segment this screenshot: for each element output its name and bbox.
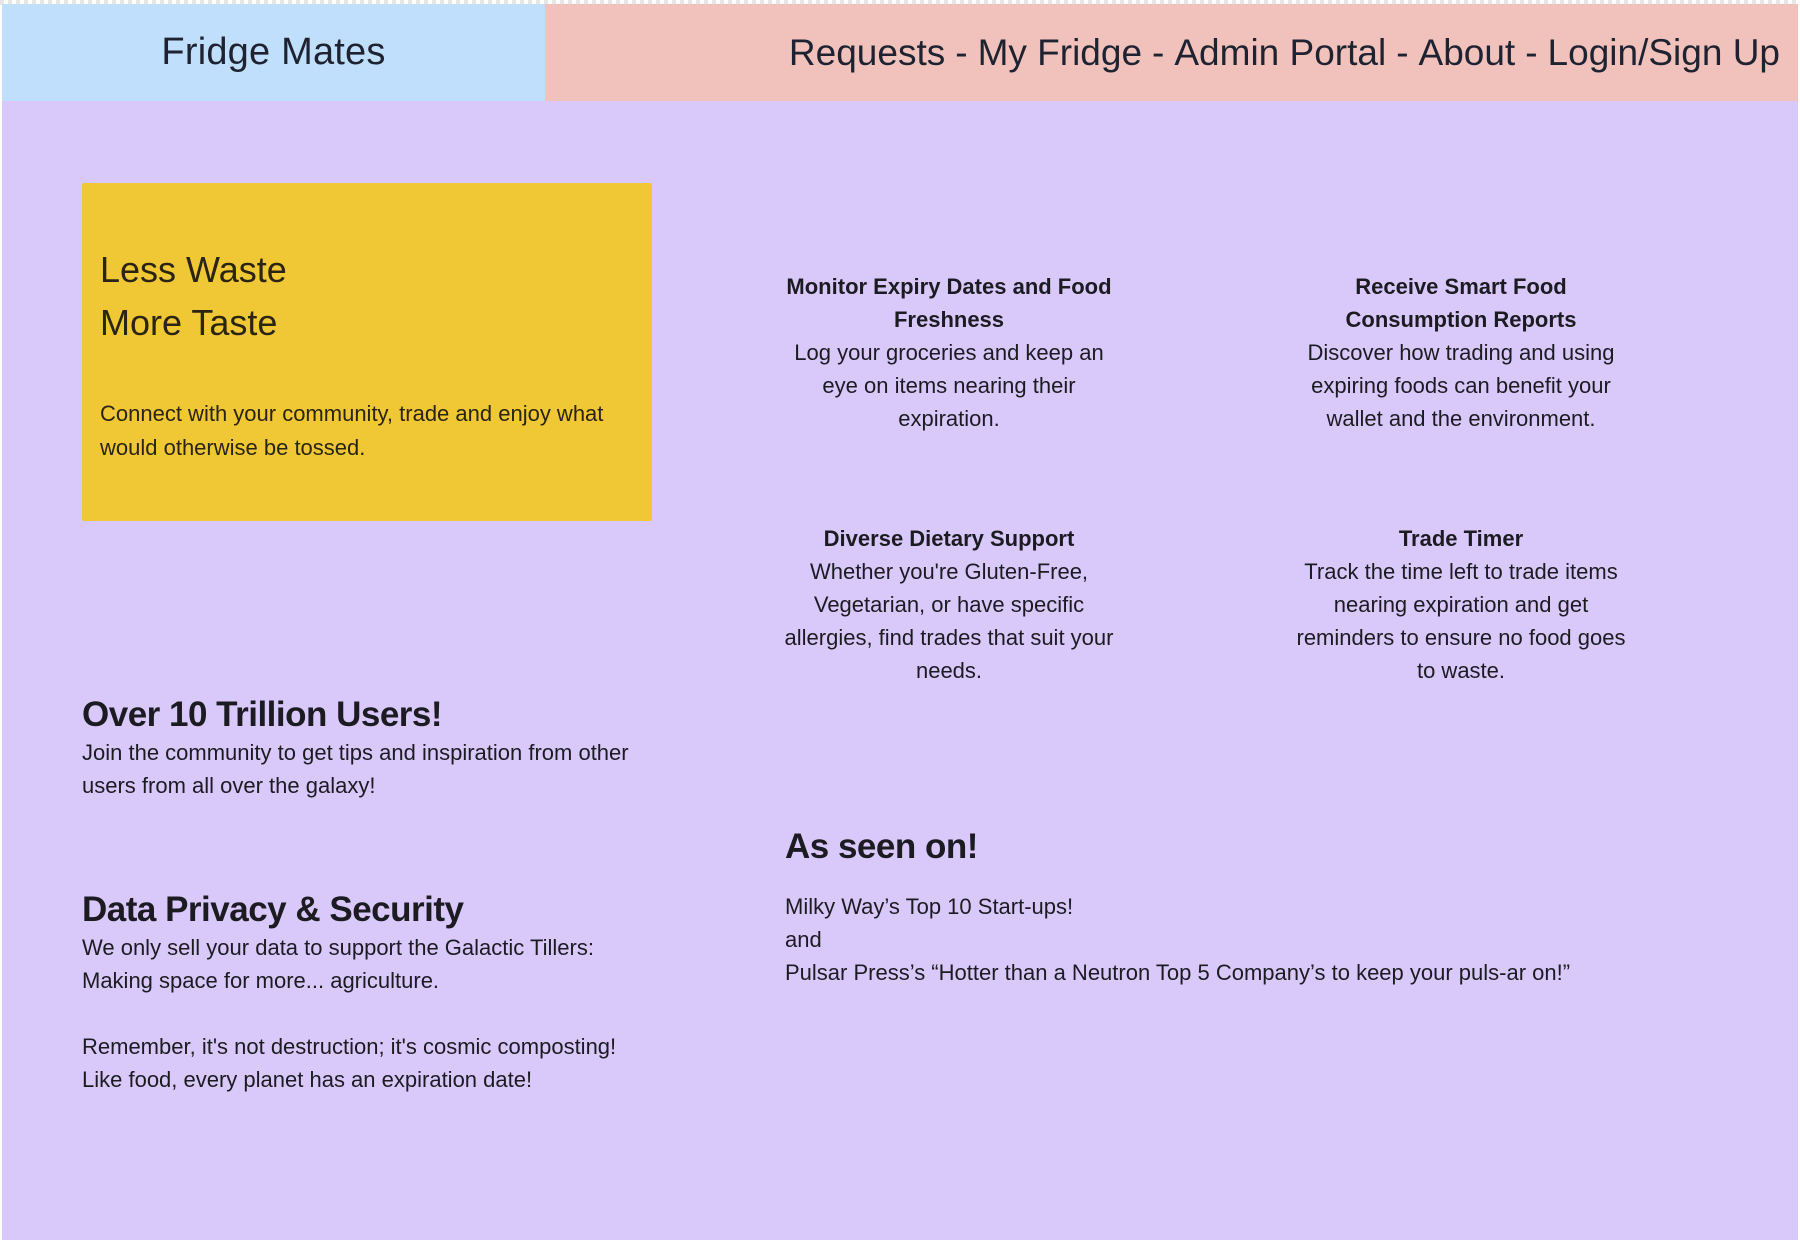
- nav-separator: -: [955, 31, 968, 73]
- privacy-line: Like food, every planet has an expiratio…: [82, 1067, 533, 1092]
- brand-title[interactable]: Fridge Mates: [161, 31, 385, 74]
- brand-bar: Fridge Mates: [2, 4, 545, 101]
- press-item: Milky Way’s Top 10 Start-ups!: [785, 894, 1074, 919]
- privacy-section: Data Privacy & Security We only sell you…: [82, 889, 702, 1096]
- nav-requests[interactable]: Requests: [789, 32, 945, 74]
- nav-separator: -: [1525, 31, 1538, 73]
- nav-admin-portal[interactable]: Admin Portal: [1174, 32, 1386, 74]
- nav-separator: -: [1396, 31, 1409, 73]
- feature-expiry-monitor: Monitor Expiry Dates and Food Freshness …: [779, 270, 1119, 435]
- users-heading: Over 10 Trillion Users!: [82, 695, 443, 734]
- hero-tagline-line2: More Taste: [100, 302, 278, 343]
- feature-description: Whether you're Gluten-Free, Vegetarian, …: [784, 559, 1114, 683]
- as-seen-on-heading: As seen on!: [785, 827, 978, 866]
- feature-description: Discover how trading and using expiring …: [1307, 340, 1615, 431]
- feature-title: Trade Timer: [1398, 526, 1524, 551]
- nav-my-fridge[interactable]: My Fridge: [978, 32, 1142, 74]
- hero-card: Less Waste More Taste Connect with your …: [82, 183, 652, 521]
- users-description: Join the community to get tips and inspi…: [82, 740, 629, 798]
- feature-title: Monitor Expiry Dates and Food Freshness: [786, 274, 1112, 332]
- privacy-line: We only sell your data to support the Ga…: [82, 935, 594, 960]
- hero-description: Connect with your community, trade and e…: [100, 401, 604, 460]
- privacy-heading: Data Privacy & Security: [82, 890, 464, 929]
- feature-description: Log your groceries and keep an eye on it…: [794, 340, 1104, 431]
- feature-description: Track the time left to trade items neari…: [1296, 559, 1626, 683]
- feature-consumption-reports: Receive Smart Food Consumption Reports D…: [1291, 270, 1631, 435]
- users-section: Over 10 Trillion Users! Join the communi…: [82, 694, 642, 802]
- nav-separator: -: [1152, 31, 1165, 73]
- hero-tagline-line1: Less Waste: [100, 249, 287, 290]
- press-list: Milky Way’s Top 10 Start-ups! and Pulsar…: [785, 890, 1785, 989]
- feature-trade-timer: Trade Timer Track the time left to trade…: [1291, 522, 1631, 687]
- privacy-line: Making space for more... agriculture.: [82, 968, 440, 993]
- press-item: Pulsar Press’s “Hotter than a Neutron To…: [785, 960, 1571, 985]
- feature-title: Diverse Dietary Support: [823, 526, 1075, 551]
- privacy-line: Remember, it's not destruction; it's cos…: [82, 1034, 617, 1059]
- nav-about[interactable]: About: [1419, 32, 1516, 74]
- feature-dietary-support: Diverse Dietary Support Whether you're G…: [779, 522, 1119, 687]
- press-conjunction: and: [785, 927, 822, 952]
- main-nav: Requests - My Fridge - Admin Portal - Ab…: [545, 4, 1798, 101]
- feature-title: Receive Smart Food Consumption Reports: [1345, 274, 1577, 332]
- nav-login-signup[interactable]: Login/Sign Up: [1548, 32, 1780, 74]
- as-seen-on-section: As seen on! Milky Way’s Top 10 Start-ups…: [785, 826, 1785, 989]
